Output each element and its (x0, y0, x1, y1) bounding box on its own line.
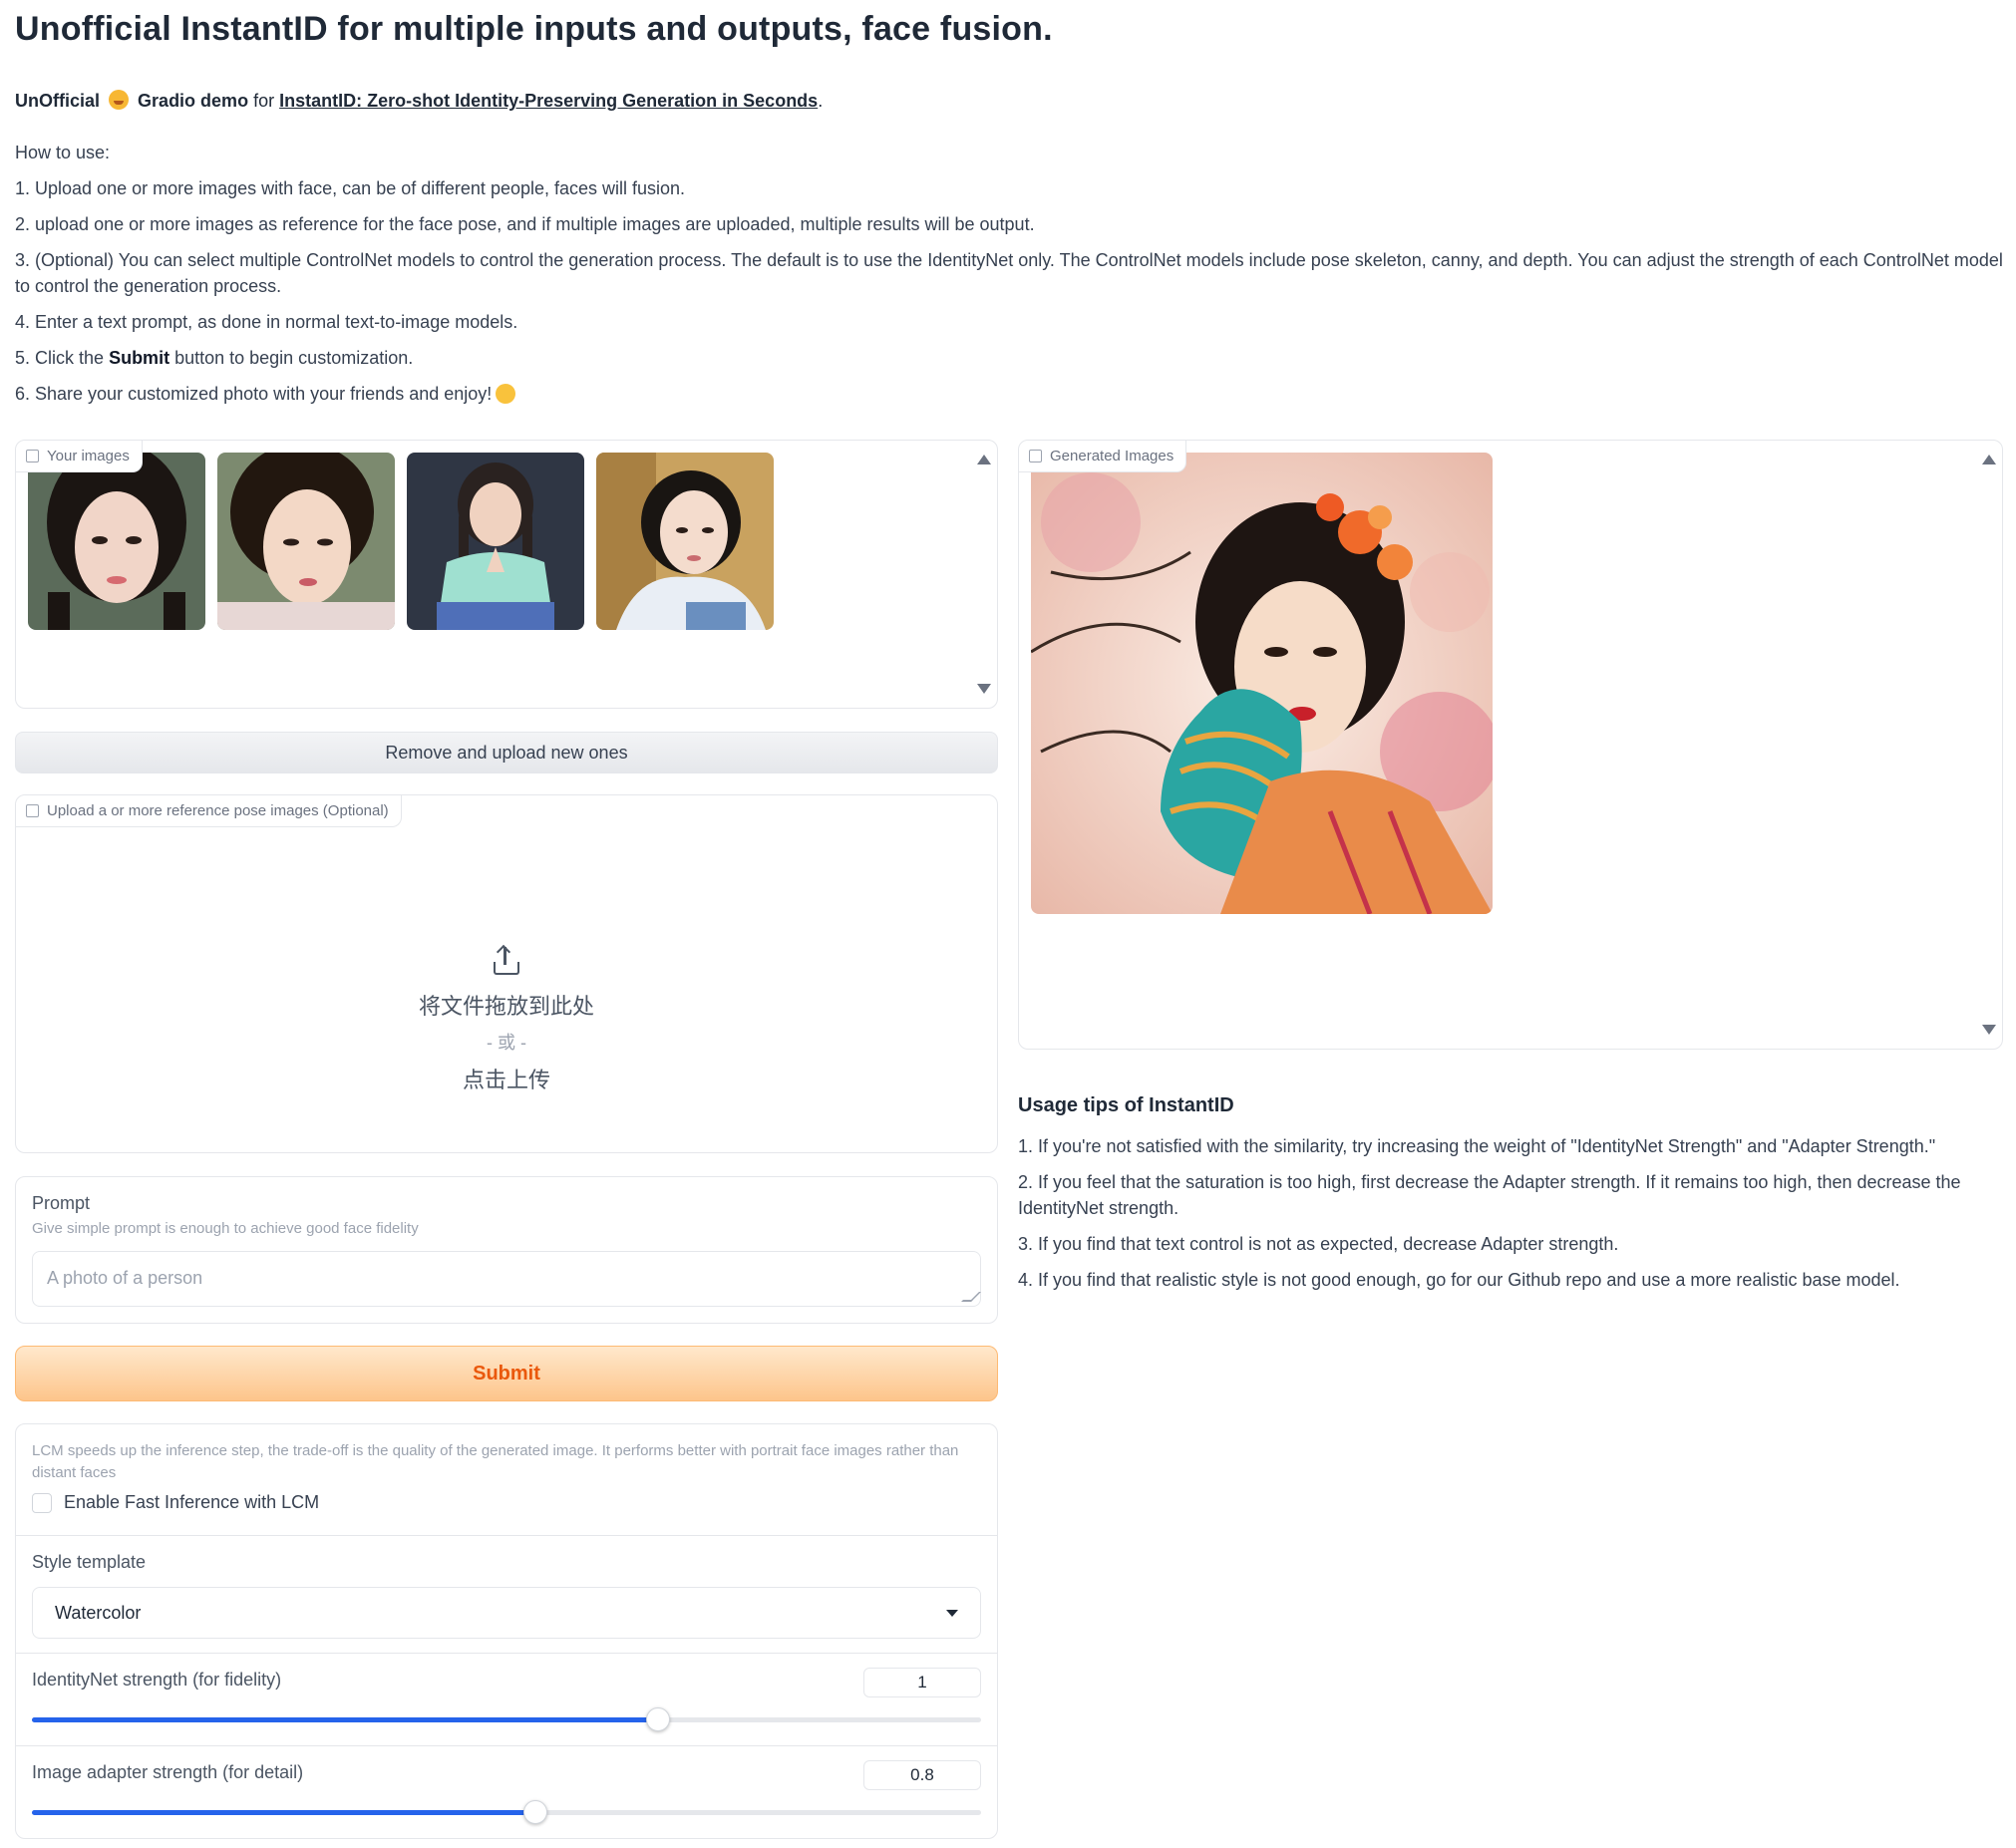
tip-2: 2. If you feel that the saturation is to… (1018, 1172, 1961, 1218)
how-to-use: How to use: 1. Upload one or more images… (15, 140, 2004, 417)
prompt-label: Prompt (32, 1193, 91, 1213)
image-icon (26, 450, 39, 462)
generated-label: Generated Images (1019, 441, 1187, 472)
howto-heading: How to use: (15, 143, 111, 162)
adapter-label: Image adapter strength (for detail) (32, 1762, 304, 1782)
click-upload-text: 点击上传 (462, 1068, 550, 1092)
style-template-value: Watercolor (55, 1602, 142, 1623)
lcm-info: LCM speeds up the inference step, the tr… (32, 1442, 959, 1481)
face-photo-3 (407, 453, 584, 630)
tips-title: Usage tips of InstantID (1018, 1094, 1234, 1116)
prompt-block: Prompt Give simple prompt is enough to a… (15, 1176, 998, 1324)
file-icon (26, 804, 39, 817)
pose-upload-label-text: Upload a or more reference pose images (… (47, 802, 389, 819)
identitynet-slider-track[interactable] (32, 1707, 981, 1731)
identitynet-slider-handle[interactable] (646, 1707, 671, 1731)
intro-gradio: Gradio demo (138, 91, 249, 111)
gallery-label-text: Your images (47, 448, 130, 464)
lcm-checkbox-line[interactable]: Enable Fast Inference with LCM (32, 1492, 981, 1513)
face-thumbnail-1[interactable] (28, 453, 205, 630)
scroll-down-arrow-icon[interactable] (1982, 1025, 1996, 1035)
drop-text: 将文件拖放到此处 (418, 994, 594, 1019)
generated-image[interactable] (1031, 453, 1493, 914)
style-template-label: Style template (32, 1552, 147, 1572)
scroll-up-arrow-icon[interactable] (977, 455, 991, 464)
prompt-info: Give simple prompt is enough to achieve … (32, 1220, 419, 1237)
adapter-slider-fill (32, 1810, 535, 1815)
scroll-down-arrow-icon[interactable] (977, 684, 991, 694)
your-images-gallery[interactable]: Your images (15, 440, 998, 709)
generated-label-text: Generated Images (1050, 448, 1175, 464)
lcm-checkbox[interactable] (32, 1492, 52, 1513)
submit-button[interactable]: Submit (15, 1346, 998, 1401)
identitynet-slider-fill (32, 1717, 659, 1722)
style-template-dropdown[interactable]: Watercolor (32, 1587, 981, 1639)
image-icon (1029, 450, 1042, 462)
adapter-slider-track[interactable] (32, 1800, 981, 1824)
face-photo-1 (28, 453, 205, 630)
lcm-checkbox-label[interactable]: Enable Fast Inference with LCM (64, 1492, 319, 1513)
intro-line: UnOfficial Gradio demo for InstantID: Ze… (15, 90, 823, 112)
settings-panel: LCM speeds up the inference step, the tr… (15, 1423, 998, 1839)
howto-step-6-text: 6. Share your customized photo with your… (15, 384, 493, 404)
howto-step-3: 3. (Optional) You can select multiple Co… (15, 250, 2003, 296)
intro-unofficial: UnOfficial (15, 91, 101, 111)
gallery-label: Your images (16, 441, 143, 472)
howto-step-5-c: button to begin customization. (174, 348, 414, 368)
face-thumbnail-3[interactable] (407, 453, 584, 630)
prompt-input[interactable]: A photo of a person (32, 1251, 981, 1307)
upload-icon (492, 944, 521, 975)
lcm-row: LCM speeds up the inference step, the tr… (16, 1424, 997, 1536)
remove-upload-button[interactable]: Remove and upload new ones (15, 732, 998, 773)
usage-tips: Usage tips of InstantID 1. If you're not… (1018, 1094, 2005, 1303)
face-photo-4 (596, 453, 774, 630)
intro-for: for (253, 91, 275, 111)
face-thumbnail-4[interactable] (596, 453, 774, 630)
identitynet-label: IdentityNet strength (for fidelity) (32, 1670, 282, 1690)
paper-link[interactable]: InstantID: Zero-shot Identity-Preserving… (279, 91, 818, 111)
tip-4: 4. If you find that realistic style is n… (1018, 1270, 1900, 1290)
scroll-up-arrow-icon[interactable] (1982, 455, 1996, 464)
identitynet-number-input[interactable]: 1 (863, 1668, 981, 1697)
generated-images-gallery[interactable]: Generated Images (1018, 440, 2003, 1050)
adapter-slider-handle[interactable] (522, 1800, 547, 1824)
smile-emoji-icon (496, 384, 516, 404)
chevron-down-icon (946, 1609, 958, 1617)
howto-step-1: 1. Upload one or more images with face, … (15, 178, 686, 198)
hugging-face-icon (109, 90, 130, 110)
face-photo-2 (217, 453, 395, 630)
adapter-number-input[interactable]: 0.8 (863, 1760, 981, 1790)
howto-step-2: 2. upload one or more images as referenc… (15, 214, 1035, 234)
pose-upload-label: Upload a or more reference pose images (… (16, 795, 402, 827)
tip-1: 1. If you're not satisfied with the simi… (1018, 1136, 1936, 1156)
howto-step-5-b: Submit (109, 348, 170, 368)
howto-step-5: 5. Click the Submit button to begin cust… (15, 345, 2004, 371)
pose-upload-dropzone[interactable]: Upload a or more reference pose images (… (15, 794, 998, 1153)
identitynet-row: IdentityNet strength (for fidelity) 1 (16, 1654, 997, 1746)
or-text: - 或 - (487, 1033, 526, 1053)
howto-step-5-a: 5. Click the (15, 348, 105, 368)
face-thumbnail-2[interactable] (217, 453, 395, 630)
watercolor-portrait (1031, 453, 1493, 914)
upload-prompt: 将文件拖放到此处 - 或 - 点击上传 (16, 944, 997, 1094)
adapter-row: Image adapter strength (for detail) 0.8 (16, 1746, 997, 1838)
tip-3: 3. If you find that text control is not … (1018, 1234, 1619, 1254)
prompt-placeholder: A photo of a person (47, 1268, 203, 1288)
howto-step-4: 4. Enter a text prompt, as done in norma… (15, 312, 518, 332)
intro-period: . (818, 91, 824, 111)
style-template-row: Style template Watercolor (16, 1536, 997, 1654)
howto-step-6: 6. Share your customized photo with your… (15, 381, 2004, 407)
resize-handle-icon[interactable] (961, 1292, 981, 1302)
page-title: Unofficial InstantID for multiple inputs… (15, 10, 1053, 48)
thumbnail-row (28, 453, 774, 630)
